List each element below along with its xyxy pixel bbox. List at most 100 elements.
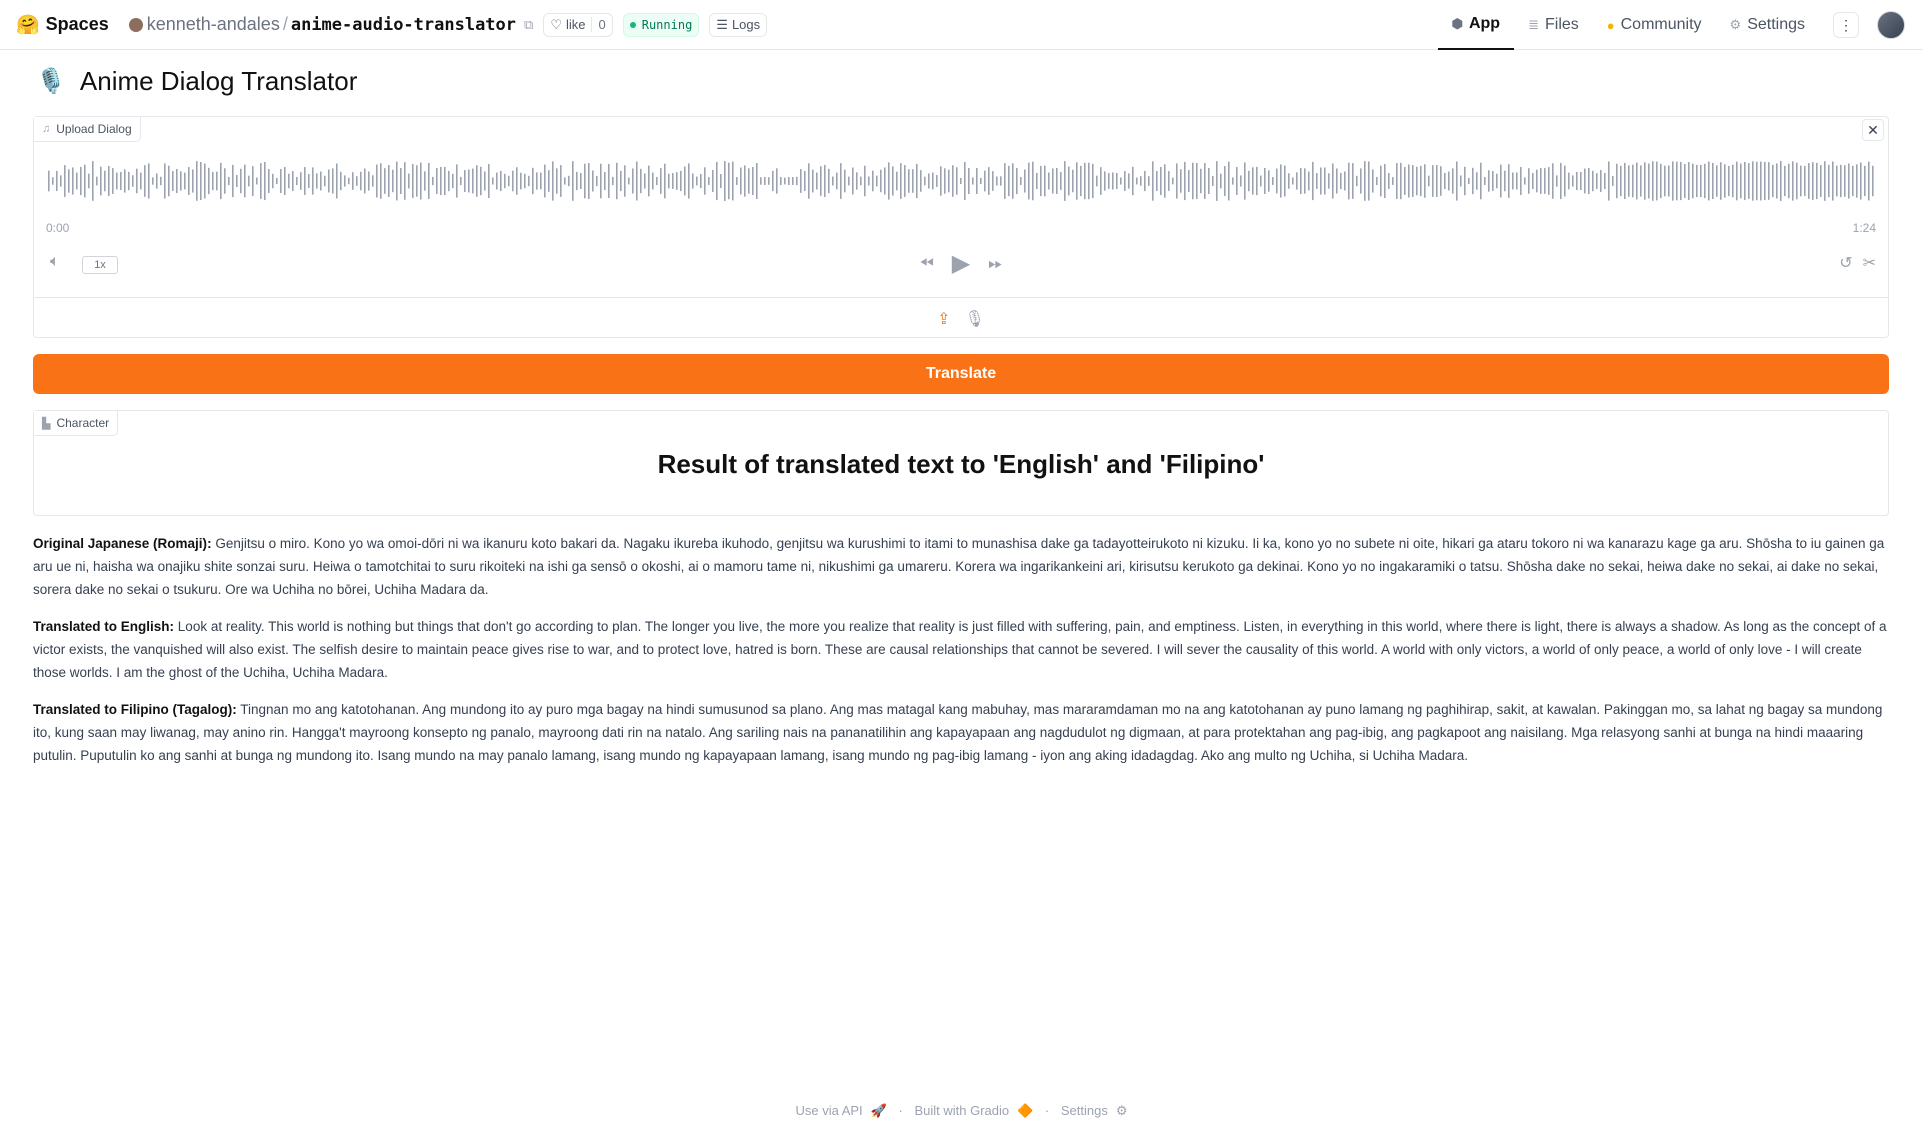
waveform-bar xyxy=(1580,172,1582,190)
copy-icon[interactable]: ⧉ xyxy=(524,17,533,33)
waveform-bar xyxy=(820,166,822,196)
waveform-bar xyxy=(1572,175,1574,187)
waveform-bar xyxy=(408,173,410,189)
result-text: Genjitsu o miro. Kono yo wa omoi-dōri ni… xyxy=(33,536,1885,597)
like-label: like xyxy=(565,17,586,32)
translate-button[interactable]: Translate xyxy=(33,354,1889,394)
footer-separator: · xyxy=(898,1103,903,1118)
waveform-bar xyxy=(1332,163,1334,199)
like-button[interactable]: ♡ like 0 xyxy=(543,12,613,37)
waveform-bar xyxy=(1368,161,1370,201)
waveform-bar xyxy=(608,164,610,198)
waveform-bar xyxy=(1648,163,1650,199)
waveform-bar xyxy=(1300,167,1302,195)
waveform-bar xyxy=(96,176,98,186)
waveform-bar xyxy=(308,173,310,189)
waveform-bar xyxy=(1628,165,1630,197)
waveform-bar xyxy=(1716,165,1718,197)
waveform-bar xyxy=(856,172,858,190)
waveform-bar xyxy=(148,163,150,199)
waveform-bar xyxy=(124,169,126,193)
waveform-bar xyxy=(1320,167,1322,195)
waveform-bar xyxy=(1016,167,1018,195)
waveform-bar xyxy=(520,172,522,190)
waveform-bar xyxy=(1512,172,1514,190)
spaces-brand[interactable]: 🤗 Spaces xyxy=(16,13,109,37)
upload-icon[interactable]: ⇪ xyxy=(937,309,950,329)
fast-forward-icon[interactable]: ⏩︎ xyxy=(988,253,1002,274)
waveform-bar xyxy=(1620,165,1622,197)
waveform-bar xyxy=(64,165,66,197)
waveform-bar xyxy=(304,167,306,195)
footer-settings-link[interactable]: Settings xyxy=(1061,1103,1108,1118)
result-text: Tingnan mo ang katotohanan. Ang mundong … xyxy=(33,702,1883,763)
waveform-bar xyxy=(508,175,510,187)
clear-audio-button[interactable]: ✕ xyxy=(1862,119,1884,141)
tab-app[interactable]: ⬢ App xyxy=(1437,0,1515,50)
waveform-bar xyxy=(376,164,378,198)
waveform-bar xyxy=(824,164,826,198)
waveform-bar xyxy=(280,169,282,193)
rewind-icon[interactable]: ⏪︎ xyxy=(919,253,933,274)
waveform-bar xyxy=(1156,170,1158,192)
waveform-bar xyxy=(716,161,718,201)
waveform-bar xyxy=(1108,173,1110,189)
waveform-bar xyxy=(904,165,906,197)
waveform-bar xyxy=(1220,173,1222,189)
waveform-bar xyxy=(764,177,766,185)
waveform-bar xyxy=(236,175,238,187)
more-options-button[interactable]: ⋮ xyxy=(1833,12,1859,38)
waveform-bar xyxy=(428,162,430,200)
tab-settings[interactable]: ⚙ Settings xyxy=(1716,0,1819,50)
waveform-bar xyxy=(836,172,838,190)
waveform-bar xyxy=(1088,162,1090,200)
waveform-bar xyxy=(860,176,862,186)
waveform-bar xyxy=(56,170,58,192)
waveform-bar xyxy=(1812,162,1814,200)
waveform-bar xyxy=(812,169,814,193)
waveform-bar xyxy=(500,170,502,192)
waveform-bar xyxy=(740,167,742,195)
record-microphone-icon[interactable]: 🎙︎ xyxy=(965,309,985,329)
space-nav: ⬢ App ≣ Files ● Community ⚙ Settings ⋮ xyxy=(1437,0,1923,50)
waveform-bar xyxy=(168,165,170,197)
waveform-bar xyxy=(392,169,394,193)
result-paragraph: Translated to Filipino (Tagalog): Tingna… xyxy=(33,698,1889,767)
waveform-bar xyxy=(248,175,250,187)
logs-button[interactable]: ☰ Logs xyxy=(709,12,768,37)
play-icon[interactable]: ▶ xyxy=(952,249,970,278)
total-duration: 1:24 xyxy=(1852,221,1876,235)
waveform-bar xyxy=(1836,165,1838,197)
waveform-bar xyxy=(1560,162,1562,200)
built-with-gradio-link[interactable]: Built with Gradio xyxy=(914,1103,1009,1118)
result-label: Original Japanese (Romaji) xyxy=(33,536,208,551)
waveform-bar xyxy=(868,176,870,186)
use-via-api-link[interactable]: Use via API xyxy=(795,1103,862,1118)
waveform-bar xyxy=(1392,177,1394,185)
audio-upload-component: ♫ Upload Dialog ✕ 0:00 1:24 🔈︎ 1x ⏪︎ ▶ ⏩… xyxy=(33,116,1889,338)
waveform-bar xyxy=(1400,162,1402,200)
waveform-bar xyxy=(544,164,546,198)
user-avatar[interactable] xyxy=(1877,11,1905,39)
waveform-bar xyxy=(1520,167,1522,195)
waveform-bar xyxy=(504,173,506,189)
waveform-bar xyxy=(1372,169,1374,193)
waveform-bar xyxy=(112,168,114,194)
tab-community[interactable]: ● Community xyxy=(1593,0,1716,50)
waveform-bar xyxy=(88,173,90,189)
waveform-bar xyxy=(980,177,982,185)
repo-name[interactable]: anime-audio-translator xyxy=(291,15,516,35)
status-label: Running xyxy=(641,17,693,32)
status-badge[interactable]: Running xyxy=(622,12,700,37)
waveform-bar xyxy=(1816,162,1818,200)
waveform-bar xyxy=(1784,165,1786,197)
reset-icon[interactable]: ↺ xyxy=(1839,253,1852,273)
audio-waveform[interactable] xyxy=(46,151,1876,211)
waveform-bar xyxy=(1436,165,1438,197)
tab-files[interactable]: ≣ Files xyxy=(1514,0,1593,50)
owner-link[interactable]: kenneth-andales xyxy=(147,14,280,35)
waveform-bar xyxy=(1456,161,1458,201)
waveform-bar xyxy=(1504,170,1506,192)
waveform-bar xyxy=(1028,162,1030,200)
trim-scissors-icon[interactable]: ✂ xyxy=(1863,253,1876,273)
